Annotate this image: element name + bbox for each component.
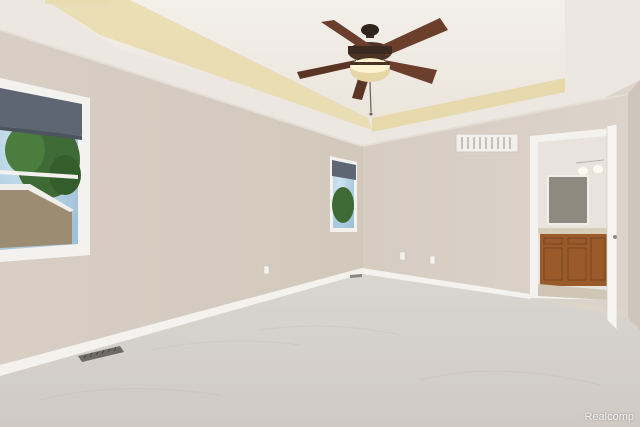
door-knob [613, 235, 617, 239]
wall-outlet [399, 251, 406, 261]
bedroom-door [606, 123, 618, 331]
wall-vent [455, 133, 519, 153]
wall-outlet [263, 265, 270, 275]
room-photo: Realcomp [0, 0, 640, 427]
bathroom-vanity [540, 232, 607, 286]
right-wall [628, 80, 640, 340]
middle-window [330, 156, 357, 232]
wall-outlet [429, 255, 436, 265]
room-illustration [0, 0, 640, 427]
bathroom-mirror [547, 175, 589, 225]
left-window [0, 78, 90, 262]
watermark: Realcomp [584, 411, 634, 423]
bathroom-doorway [530, 128, 612, 300]
